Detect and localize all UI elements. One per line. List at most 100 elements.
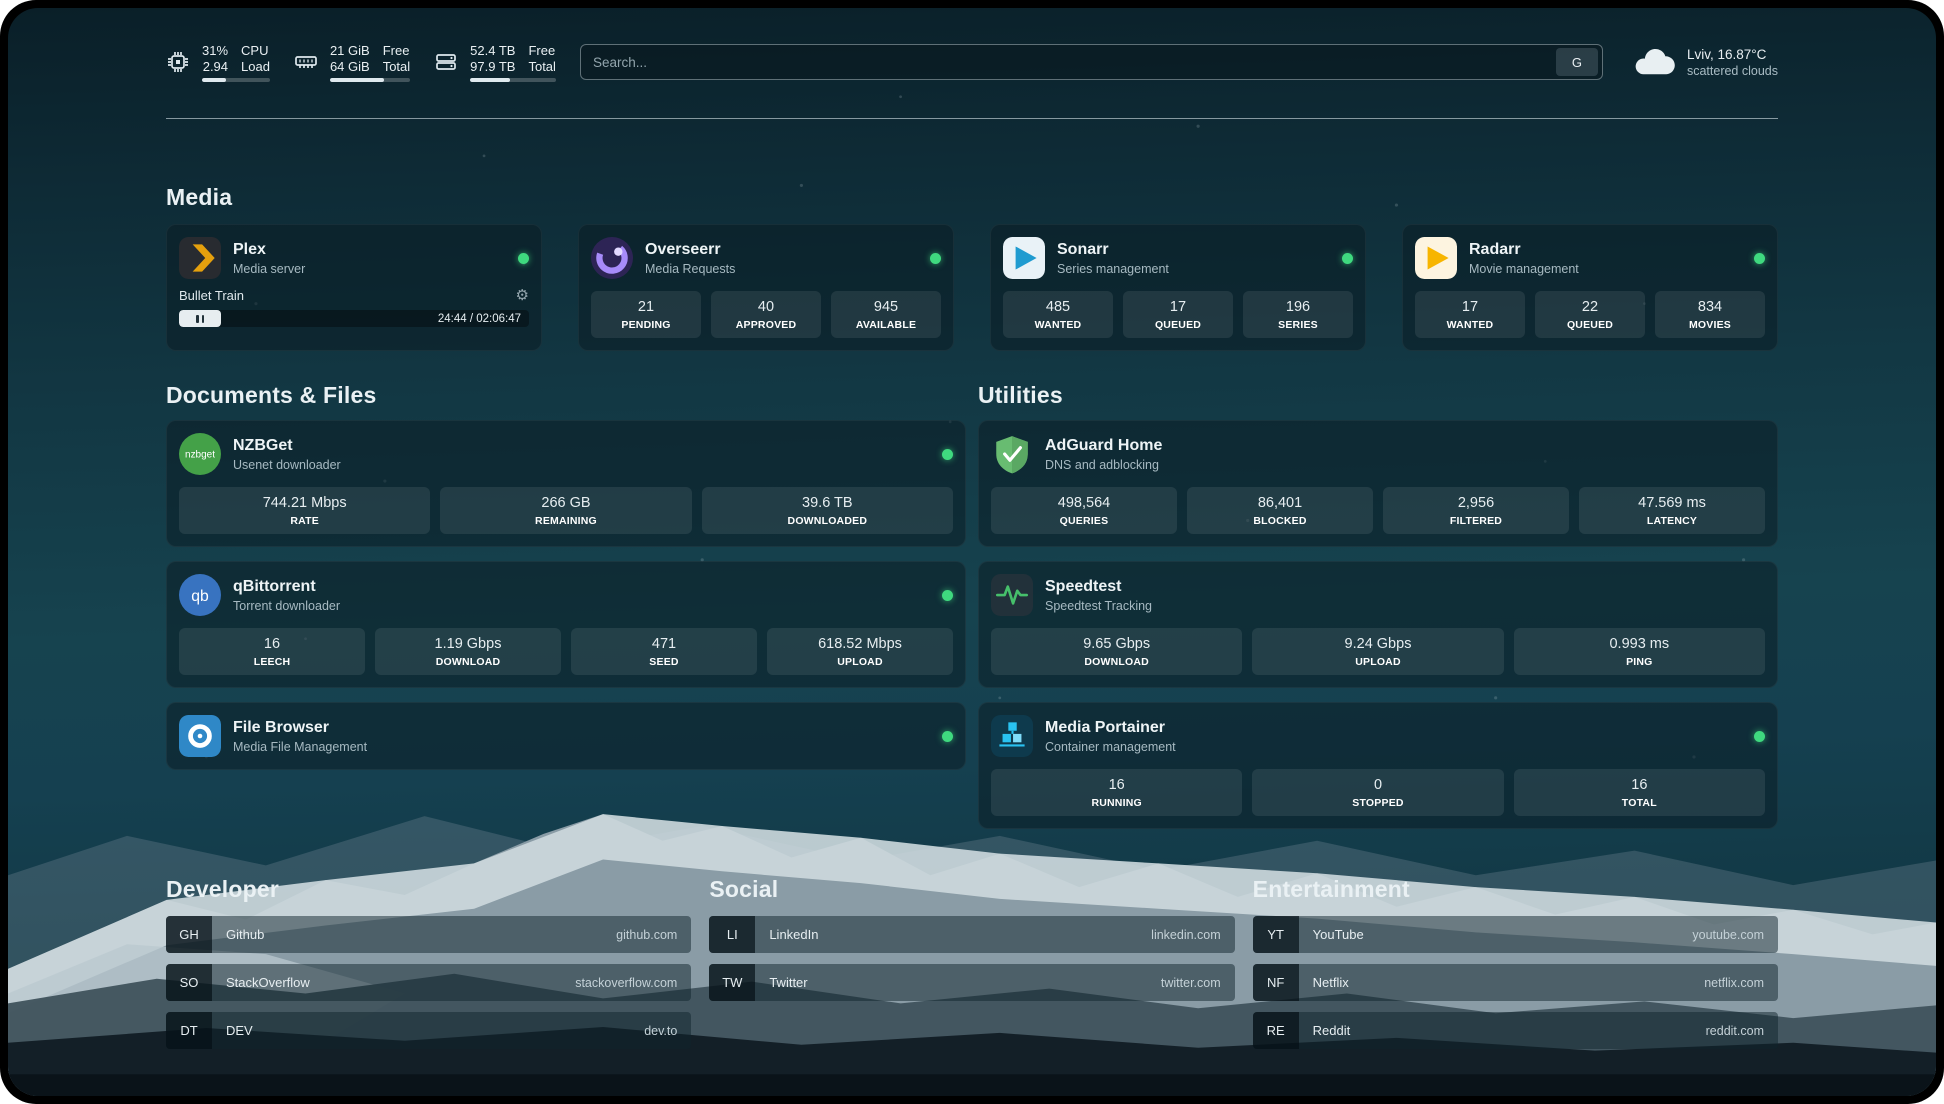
service-card-adguard[interactable]: AdGuard Home DNS and adblocking 498,564 … [978, 420, 1778, 547]
stat-series: 196 SERIES [1243, 291, 1353, 338]
cloud-icon [1633, 47, 1675, 77]
bookmark-netflix[interactable]: NF Netflix netflix.com [1253, 964, 1778, 1001]
service-card-sonarr[interactable]: Sonarr Series management 485 WANTED [990, 224, 1366, 351]
service-name: Overseerr [645, 240, 735, 260]
stat-download: 1.19 Gbps DOWNLOAD [375, 628, 561, 675]
service-card-nzbget[interactable]: nzbget NZBGet Usenet downloader 744.21 M… [166, 420, 966, 547]
bookmark-domain: stackoverflow.com [575, 976, 677, 990]
qbittorrent-icon: qb [179, 574, 221, 616]
stat-wanted: 17 WANTED [1415, 291, 1525, 338]
service-card-overseerr[interactable]: Overseerr Media Requests 21 PENDING [578, 224, 954, 351]
bookmark-domain: reddit.com [1706, 1024, 1764, 1038]
service-name: qBittorrent [233, 577, 340, 597]
bookmark-domain: youtube.com [1692, 928, 1764, 942]
bookmark-abbr: GH [166, 916, 212, 953]
service-name: Media Portainer [1045, 718, 1176, 738]
service-subtitle: Media server [233, 262, 305, 276]
service-subtitle: Usenet downloader [233, 458, 341, 472]
search-provider-button[interactable]: G [1556, 48, 1598, 76]
disk-free-value: 52.4 TB [470, 43, 515, 58]
bookmark-name: YouTube [1313, 927, 1364, 942]
bookmark-dev[interactable]: DT DEV dev.to [166, 1012, 691, 1049]
service-card-portainer[interactable]: Media Portainer Container management 16 … [978, 702, 1778, 829]
section-title-documents: Documents & Files [166, 381, 966, 410]
service-subtitle: Media Requests [645, 262, 735, 276]
memory-progress-fill [330, 78, 384, 82]
bookmark-abbr: YT [1253, 916, 1299, 953]
stat-queued: 22 QUEUED [1535, 291, 1645, 338]
stat-ping: 0.993 ms PING [1514, 628, 1765, 675]
section-title-utilities: Utilities [978, 381, 1778, 410]
stat-filtered: 2,956 FILTERED [1383, 487, 1569, 534]
bookmark-domain: github.com [616, 928, 677, 942]
developer-bookmarks: Developer GH Github github.com SO StackO… [166, 875, 691, 1060]
stat-pending: 21 PENDING [591, 291, 701, 338]
bookmark-abbr: DT [166, 1012, 212, 1049]
bookmark-name: Twitter [769, 975, 807, 990]
search-bar: G [580, 44, 1603, 80]
bookmark-name: DEV [226, 1023, 253, 1038]
social-bookmarks: Social LI LinkedIn linkedin.com TW Twitt… [709, 875, 1234, 1060]
stat-upload: 9.24 Gbps UPLOAD [1252, 628, 1503, 675]
speedtest-icon [991, 574, 1033, 616]
radarr-icon [1415, 237, 1457, 279]
cpu-usage-value: 31% [202, 43, 228, 58]
adguard-icon [991, 433, 1033, 475]
section-title-developer: Developer [166, 875, 691, 904]
service-name: Plex [233, 240, 305, 260]
bookmark-reddit[interactable]: RE Reddit reddit.com [1253, 1012, 1778, 1049]
overseerr-icon [591, 237, 633, 279]
disk-progress-fill [470, 78, 509, 82]
service-card-qbittorrent[interactable]: qb qBittorrent Torrent downloader 16 [166, 561, 966, 688]
memory-progress-track [330, 78, 410, 82]
stat-latency: 47.569 ms LATENCY [1579, 487, 1765, 534]
memory-icon [294, 50, 318, 74]
service-card-speedtest[interactable]: Speedtest Speedtest Tracking 9.65 Gbps D… [978, 561, 1778, 688]
bookmark-github[interactable]: GH Github github.com [166, 916, 691, 953]
bookmark-youtube[interactable]: YT YouTube youtube.com [1253, 916, 1778, 953]
memory-free-label: Free [383, 43, 410, 58]
gear-icon[interactable]: ⚙ [516, 288, 529, 303]
service-subtitle: Container management [1045, 740, 1176, 754]
stat-remaining: 266 GB REMAINING [440, 487, 691, 534]
service-subtitle: Media File Management [233, 740, 367, 754]
utilities-section: Utilities AdGuard Home DNS and adblockin… [978, 381, 1778, 829]
playback-progress-fill [179, 310, 221, 327]
service-card-plex[interactable]: Plex Media server Bullet Train ⚙ [166, 224, 542, 351]
bookmark-name: LinkedIn [769, 927, 818, 942]
status-dot [1342, 253, 1353, 264]
bookmark-domain: netflix.com [1704, 976, 1764, 990]
media-section: Media Plex Media server [166, 183, 1778, 351]
stat-seed: 471 SEED [571, 628, 757, 675]
pause-icon[interactable] [195, 315, 206, 323]
disk-icon [434, 50, 458, 74]
bookmark-domain: dev.to [644, 1024, 677, 1038]
entertainment-bookmarks: Entertainment YT YouTube youtube.com NF … [1253, 875, 1778, 1060]
bookmark-twitter[interactable]: TW Twitter twitter.com [709, 964, 1234, 1001]
stat-movies: 834 MOVIES [1655, 291, 1765, 338]
service-card-filebrowser[interactable]: File Browser Media File Management [166, 702, 966, 770]
memory-total-value: 64 GiB [330, 59, 370, 74]
bookmark-stackoverflow[interactable]: SO StackOverflow stackoverflow.com [166, 964, 691, 1001]
disk-total-label: Total [528, 59, 555, 74]
service-name: Speedtest [1045, 577, 1152, 597]
service-name: Sonarr [1057, 240, 1169, 260]
bookmark-linkedin[interactable]: LI LinkedIn linkedin.com [709, 916, 1234, 953]
bookmark-domain: linkedin.com [1151, 928, 1220, 942]
bookmark-domain: twitter.com [1161, 976, 1221, 990]
search-input[interactable] [593, 55, 1556, 70]
stat-queries: 498,564 QUERIES [991, 487, 1177, 534]
memory-free-value: 21 GiB [330, 43, 370, 58]
stat-rate: 744.21 Mbps RATE [179, 487, 430, 534]
stat-running: 16 RUNNING [991, 769, 1242, 816]
cpu-widget: 31% CPU 2.94 Load [166, 43, 270, 82]
weather-location: Lviv, 16.87°C [1687, 46, 1778, 63]
system-widgets: 31% CPU 2.94 Load [166, 43, 556, 82]
playback-progress-bar[interactable]: 24:44 / 02:06:47 [179, 310, 529, 327]
disk-progress-track [470, 78, 556, 82]
service-card-radarr[interactable]: Radarr Movie management 17 WANTED 2 [1402, 224, 1778, 351]
stat-total: 16 TOTAL [1514, 769, 1765, 816]
cpu-icon [166, 50, 190, 74]
cpu-load-value: 2.94 [202, 59, 228, 74]
filebrowser-icon [179, 715, 221, 757]
